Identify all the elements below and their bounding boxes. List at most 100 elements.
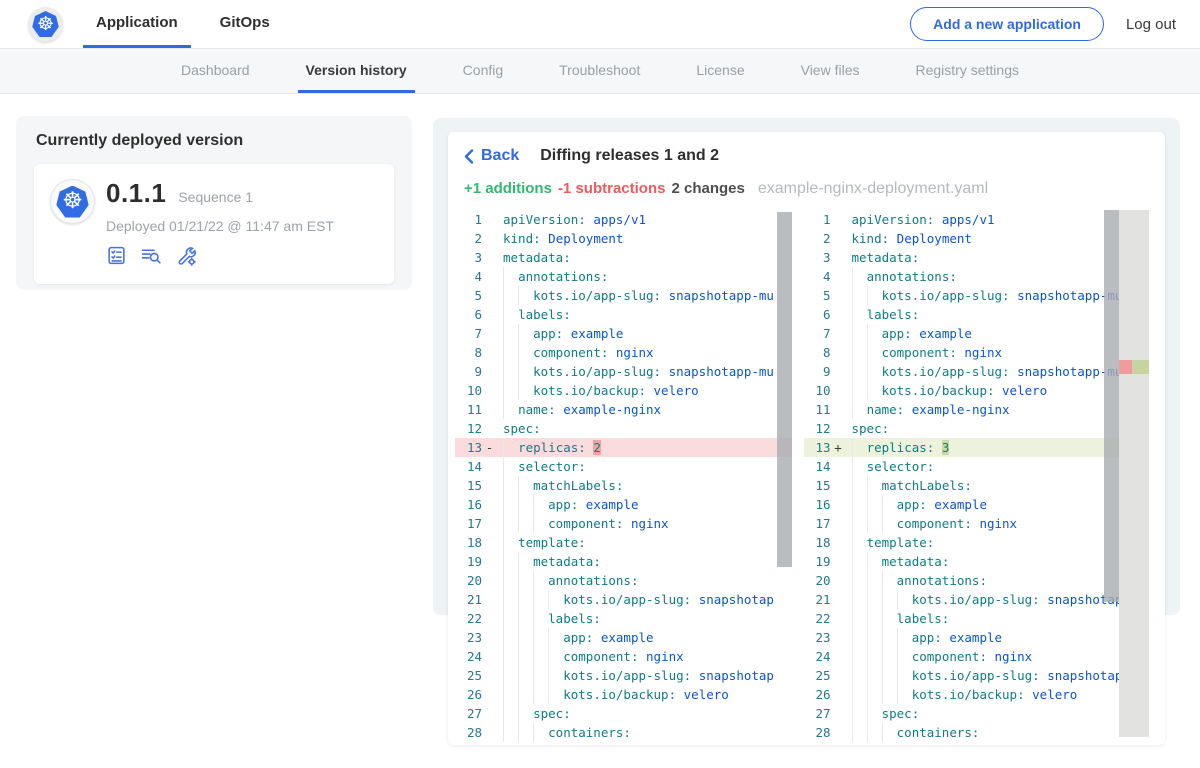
- diff-line-right-11[interactable]: 11 name: example-nginx: [804, 400, 1120, 419]
- line-number: 17: [455, 514, 482, 533]
- code-text: app: example: [497, 628, 792, 647]
- diff-line-right-26[interactable]: 26 kots.io/backup: velero: [804, 685, 1120, 704]
- diff-line-left-14[interactable]: 14 selector:: [455, 457, 792, 476]
- deploy-logs-icon[interactable]: [140, 245, 162, 266]
- subnav-tab-config[interactable]: Config: [455, 49, 511, 93]
- diff-line-right-6[interactable]: 6 labels:: [804, 305, 1120, 324]
- diff-line-left-26[interactable]: 26 kots.io/backup: velero: [455, 685, 792, 704]
- diff-overview-ruler[interactable]: [1119, 210, 1149, 737]
- code-text: kots.io/backup: velero: [497, 685, 792, 704]
- diff-line-right-24[interactable]: 24 component: nginx: [804, 647, 1120, 666]
- diff-line-left-8[interactable]: 8 component: nginx: [455, 343, 792, 362]
- deployed-sequence-label: Sequence 1: [178, 189, 253, 205]
- diff-line-left-2[interactable]: 2kind: Deployment: [455, 229, 792, 248]
- line-number: 26: [804, 685, 831, 704]
- diff-line-left-20[interactable]: 20 annotations:: [455, 571, 792, 590]
- subnav-tab-license[interactable]: License: [688, 49, 752, 93]
- currently-deployed-panel: Currently deployed version ☸ 0.1.1 Seque…: [16, 116, 412, 290]
- right-pane-scrollbar[interactable]: [1104, 210, 1119, 602]
- diff-line-left-15[interactable]: 15 matchLabels:: [455, 476, 792, 495]
- diff-line-right-18[interactable]: 18 template:: [804, 533, 1120, 552]
- diff-line-left-7[interactable]: 7 app: example: [455, 324, 792, 343]
- diff-line-left-22[interactable]: 22 labels:: [455, 609, 792, 628]
- code-text: kots.io/backup: velero: [497, 381, 792, 400]
- back-button[interactable]: Back: [464, 147, 519, 165]
- add-new-application-button[interactable]: Add a new application: [910, 7, 1104, 41]
- diff-marker: [831, 457, 846, 476]
- diff-line-right-14[interactable]: 14 selector:: [804, 457, 1120, 476]
- line-number: 21: [804, 590, 831, 609]
- diff-line-right-28[interactable]: 28 containers:: [804, 723, 1120, 742]
- preflight-checks-icon[interactable]: [106, 245, 127, 266]
- subnav-tab-view-files[interactable]: View files: [793, 49, 868, 93]
- diff-line-right-22[interactable]: 22 labels:: [804, 609, 1120, 628]
- code-text: app: example: [846, 324, 1120, 343]
- diff-marker: [831, 666, 846, 685]
- diff-line-left-6[interactable]: 6 labels:: [455, 305, 792, 324]
- diff-line-right-19[interactable]: 19 metadata:: [804, 552, 1120, 571]
- diff-line-left-18[interactable]: 18 template:: [455, 533, 792, 552]
- line-number: 18: [804, 533, 831, 552]
- diff-line-left-12[interactable]: 12spec:: [455, 419, 792, 438]
- diff-line-left-11[interactable]: 11 name: example-nginx: [455, 400, 792, 419]
- diff-line-left-16[interactable]: 16 app: example: [455, 495, 792, 514]
- diff-line-left-28[interactable]: 28 containers:: [455, 723, 792, 742]
- diff-line-left-3[interactable]: 3metadata:: [455, 248, 792, 267]
- diff-line-right-7[interactable]: 7 app: example: [804, 324, 1120, 343]
- diff-line-left-17[interactable]: 17 component: nginx: [455, 514, 792, 533]
- diff-line-right-27[interactable]: 27 spec:: [804, 704, 1120, 723]
- diff-marker: [482, 362, 497, 381]
- diff-line-right-2[interactable]: 2kind: Deployment: [804, 229, 1120, 248]
- left-pane-scrollbar[interactable]: [777, 212, 792, 567]
- diff-line-left-19[interactable]: 19 metadata:: [455, 552, 792, 571]
- header-tab-gitops[interactable]: GitOps: [207, 0, 283, 48]
- header-tab-application[interactable]: Application: [83, 0, 191, 48]
- diff-line-left-4[interactable]: 4 annotations:: [455, 267, 792, 286]
- diff-line-left-23[interactable]: 23 app: example: [455, 628, 792, 647]
- diff-line-right-4[interactable]: 4 annotations:: [804, 267, 1120, 286]
- code-text: kots.io/app-slug: snapshotapp-mu: [846, 362, 1120, 381]
- edit-config-icon[interactable]: [175, 245, 197, 266]
- diff-line-left-5[interactable]: 5 kots.io/app-slug: snapshotapp-mu: [455, 286, 792, 305]
- subnav-tab-version-history[interactable]: Version history: [298, 49, 415, 93]
- diff-line-right-21[interactable]: 21 kots.io/app-slug: snapshotap: [804, 590, 1120, 609]
- line-number: 17: [804, 514, 831, 533]
- diff-line-right-9[interactable]: 9 kots.io/app-slug: snapshotapp-mu: [804, 362, 1120, 381]
- diff-line-right-15[interactable]: 15 matchLabels:: [804, 476, 1120, 495]
- diff-marker: [482, 229, 497, 248]
- diff-line-right-8[interactable]: 8 component: nginx: [804, 343, 1120, 362]
- diff-line-right-13[interactable]: 13+ replicas: 3: [804, 438, 1120, 457]
- diff-line-right-25[interactable]: 25 kots.io/app-slug: snapshotap: [804, 666, 1120, 685]
- diff-line-left-13[interactable]: 13- replicas: 2: [455, 438, 792, 457]
- line-number: 12: [804, 419, 831, 438]
- line-number: 13: [455, 438, 482, 457]
- logout-link[interactable]: Log out: [1126, 16, 1176, 33]
- diff-line-right-12[interactable]: 12spec:: [804, 419, 1120, 438]
- diff-line-right-10[interactable]: 10 kots.io/backup: velero: [804, 381, 1120, 400]
- diff-stats: +1 additions -1 subtractions 2 changes e…: [464, 180, 1149, 198]
- diff-line-left-27[interactable]: 27 spec:: [455, 704, 792, 723]
- diff-line-right-16[interactable]: 16 app: example: [804, 495, 1120, 514]
- diff-line-left-9[interactable]: 9 kots.io/app-slug: snapshotapp-mu: [455, 362, 792, 381]
- diff-line-left-25[interactable]: 25 kots.io/app-slug: snapshotap: [455, 666, 792, 685]
- diff-line-right-17[interactable]: 17 component: nginx: [804, 514, 1120, 533]
- diff-line-left-10[interactable]: 10 kots.io/backup: velero: [455, 381, 792, 400]
- subnav-tab-troubleshoot[interactable]: Troubleshoot: [551, 49, 648, 93]
- subnav-tab-registry-settings[interactable]: Registry settings: [908, 49, 1027, 93]
- diff-line-right-1[interactable]: 1apiVersion: apps/v1: [804, 210, 1120, 229]
- diff-card: Back Diffing releases 1 and 2 +1 additio…: [448, 132, 1165, 745]
- line-number: 7: [804, 324, 831, 343]
- diff-line-right-5[interactable]: 5 kots.io/app-slug: snapshotapp-mu: [804, 286, 1120, 305]
- subnav-tab-dashboard[interactable]: Dashboard: [173, 49, 258, 93]
- diff-line-right-23[interactable]: 23 app: example: [804, 628, 1120, 647]
- diff-line-right-20[interactable]: 20 annotations:: [804, 571, 1120, 590]
- diff-marker: [482, 571, 497, 590]
- diff-marker: [831, 419, 846, 438]
- line-number: 21: [455, 590, 482, 609]
- diff-line-left-1[interactable]: 1apiVersion: apps/v1: [455, 210, 792, 229]
- code-text: labels:: [497, 305, 792, 324]
- diff-line-left-24[interactable]: 24 component: nginx: [455, 647, 792, 666]
- diff-line-left-21[interactable]: 21 kots.io/app-slug: snapshotap: [455, 590, 792, 609]
- diff-line-right-3[interactable]: 3metadata:: [804, 248, 1120, 267]
- diff-marker: [831, 514, 846, 533]
